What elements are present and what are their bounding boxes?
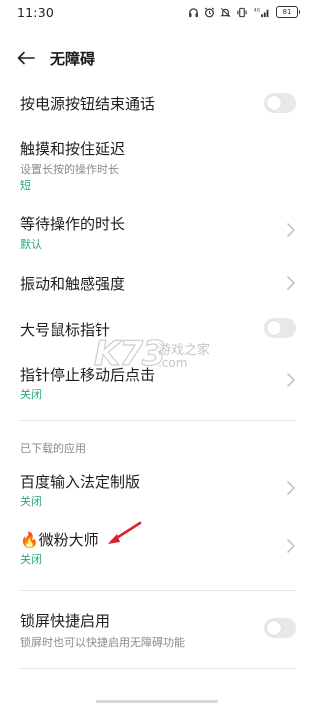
- alarm-icon: [204, 7, 215, 17]
- battery-icon: 81: [276, 6, 300, 18]
- chevron-right-icon: [287, 223, 295, 237]
- chevron-right-icon: [287, 481, 295, 495]
- setting-value: 默认: [20, 238, 42, 251]
- setting-large-mouse-pointer[interactable]: 大号鼠标指针: [0, 314, 314, 346]
- back-button[interactable]: [14, 47, 38, 69]
- chevron-right-icon: [287, 373, 295, 387]
- annotation-arrow: [108, 521, 142, 544]
- app-title: 🔥微粉大师: [20, 531, 99, 549]
- battery-level: 81: [282, 8, 292, 16]
- setting-title: 等待操作的时长: [20, 215, 126, 233]
- setting-vibration-strength[interactable]: 振动和触感强度: [0, 266, 314, 300]
- signal-icon: 4G: [254, 7, 269, 17]
- setting-title: 振动和触感强度: [20, 275, 126, 293]
- back-arrow-icon: [17, 51, 35, 65]
- section-label-downloaded-apps: 已下载的应用: [20, 442, 86, 455]
- chevron-right-icon: [287, 539, 295, 553]
- chevron-right-icon: [287, 276, 295, 290]
- setting-title: 锁屏快捷启用: [20, 612, 111, 630]
- app-status: 关闭: [20, 495, 42, 508]
- section-divider: [20, 668, 296, 669]
- setting-subtitle: 锁屏时也可以快捷启用无障碍功能: [20, 636, 185, 649]
- status-icons: 4G 81: [188, 5, 300, 19]
- setting-title: 按电源按钮结束通话: [20, 95, 156, 113]
- power-button-end-call-toggle[interactable]: [264, 93, 296, 113]
- setting-dwell-click[interactable]: 指针停止移动后点击 关闭: [0, 358, 314, 404]
- setting-power-button-end-call[interactable]: 按电源按钮结束通话: [0, 88, 314, 120]
- app-weifen-master[interactable]: 🔥微粉大师 关闭: [0, 524, 314, 570]
- setting-title: 大号鼠标指针: [20, 321, 111, 339]
- large-mouse-pointer-toggle[interactable]: [264, 318, 296, 338]
- vibrate-icon: [237, 7, 247, 17]
- setting-subtitle: 设置长按的操作时长: [20, 163, 119, 176]
- status-time: 11:30: [17, 5, 55, 20]
- setting-value: 短: [20, 179, 31, 192]
- setting-title: 触摸和按住延迟: [20, 140, 126, 158]
- app-status: 关闭: [20, 553, 42, 566]
- signal-label: 4G: [254, 7, 261, 13]
- setting-title: 指针停止移动后点击: [20, 366, 156, 384]
- setting-touch-hold-delay[interactable]: 触摸和按住延迟 设置长按的操作时长 短: [0, 132, 314, 194]
- app-title: 百度输入法定制版: [20, 473, 141, 491]
- mute-icon: [220, 7, 231, 17]
- page-title: 无障碍: [50, 50, 96, 68]
- status-bar: 11:30 4G 81: [0, 0, 314, 26]
- setting-lock-screen-shortcut[interactable]: 锁屏快捷启用 锁屏时也可以快捷启用无障碍功能: [0, 606, 314, 650]
- headphones-icon: [189, 7, 198, 17]
- section-divider: [20, 590, 296, 591]
- home-indicator[interactable]: [96, 700, 218, 703]
- app-baidu-input[interactable]: 百度输入法定制版 关闭: [0, 466, 314, 512]
- section-divider: [20, 420, 296, 421]
- setting-wait-duration[interactable]: 等待操作的时长 默认: [0, 206, 314, 254]
- header: 无障碍: [0, 40, 314, 76]
- setting-value: 关闭: [20, 388, 42, 401]
- lock-screen-shortcut-toggle[interactable]: [264, 618, 296, 638]
